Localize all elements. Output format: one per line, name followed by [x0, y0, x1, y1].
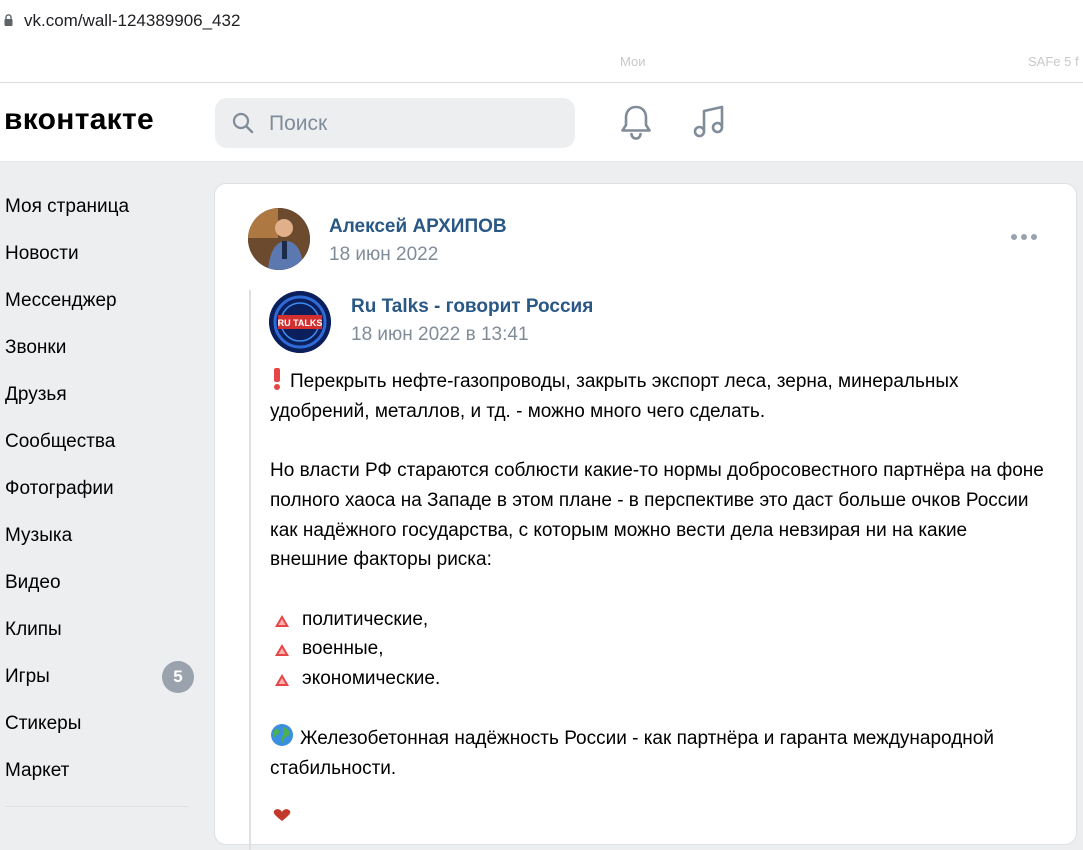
- sidebar-item-calls[interactable]: Звонки: [0, 324, 200, 371]
- sidebar-item-label: Музыка: [5, 525, 73, 546]
- ru-talks-logo-text: RU TALKS: [278, 318, 323, 328]
- post-paragraph: Но власти РФ стараются соблюсти какие-то…: [270, 460, 1044, 571]
- more-options-icon[interactable]: [1010, 232, 1038, 242]
- ru-talks-logo: RU TALKS: [269, 291, 331, 353]
- url-text[interactable]: vk.com/wall-124389906_432: [24, 11, 240, 31]
- sidebar-item-label: Игры: [5, 666, 50, 687]
- sidebar-item-label: Стикеры: [5, 713, 82, 734]
- sidebar-item-label: Моя страница: [5, 196, 130, 217]
- bell-icon[interactable]: [619, 103, 653, 141]
- sidebar-item-communities[interactable]: Сообщества: [0, 418, 200, 465]
- list-item: экономические.: [270, 664, 1050, 694]
- search-box[interactable]: [215, 98, 575, 148]
- site-header: вконтакте: [0, 83, 1083, 162]
- repost-source-name[interactable]: Ru Talks - говорит Россия: [351, 296, 593, 318]
- paragraph-text: Железобетонная надёжность России - как п…: [270, 728, 994, 780]
- repost-indicator-bar: [249, 290, 251, 850]
- vk-logo[interactable]: вконтакте: [4, 103, 154, 137]
- bookmark-item[interactable]: Мои: [620, 54, 645, 69]
- search-input[interactable]: [267, 108, 561, 140]
- sidebar-item-friends[interactable]: Друзья: [0, 371, 200, 418]
- post-paragraph: Перекрыть нефте-газопроводы, закрыть экс…: [270, 367, 1050, 426]
- sidebar-item-label: Новости: [5, 243, 79, 264]
- post-date[interactable]: 18 июн 2022: [329, 244, 438, 266]
- exclamation-icon: [274, 368, 280, 390]
- sidebar-item-label: Сообщества: [5, 431, 116, 452]
- sidebar-item-label: Маркет: [5, 760, 70, 781]
- sidebar-item-label: Фотографии: [5, 478, 114, 499]
- author-photo: [248, 208, 310, 270]
- bookmarks-bar: Мои SAFe 5 f: [0, 42, 1083, 83]
- left-sidebar: Моя страница Новости Мессенджер Звонки Д…: [0, 183, 200, 794]
- sidebar-divider: [5, 806, 188, 807]
- list-item-text: военные,: [302, 638, 384, 660]
- risk-factor-list: политические, военные, экономические.: [270, 605, 1050, 694]
- sidebar-item-video[interactable]: Видео: [0, 559, 200, 606]
- games-count-badge: 5: [162, 661, 194, 693]
- sidebar-item-label: Мессенджер: [5, 290, 117, 311]
- sidebar-item-music[interactable]: Музыка: [0, 512, 200, 559]
- list-item-text: политические,: [302, 608, 429, 630]
- sidebar-item-photos[interactable]: Фотографии: [0, 465, 200, 512]
- sidebar-item-label: Звонки: [5, 337, 67, 358]
- red-triangle-icon: [275, 674, 289, 686]
- heart-icon: [273, 809, 291, 821]
- sidebar-item-games[interactable]: Игры 5: [0, 653, 200, 700]
- list-item: военные,: [270, 634, 1050, 664]
- red-triangle-icon: [275, 614, 289, 627]
- sidebar-item-label: Видео: [5, 572, 61, 593]
- sidebar-item-label: Клипы: [5, 619, 62, 640]
- post-text: Перекрыть нефте-газопроводы, закрыть экс…: [270, 367, 1050, 813]
- wall-post: Алексей АРХИПОВ 18 июн 2022 RU TALKS Ru …: [214, 183, 1077, 850]
- author-avatar[interactable]: [248, 208, 310, 270]
- sidebar-item-clips[interactable]: Клипы: [0, 606, 200, 653]
- post-paragraph: Железобетонная надёжность России - как п…: [270, 723, 1050, 783]
- search-icon: [232, 112, 254, 134]
- red-triangle-icon: [275, 644, 289, 657]
- repost-source-avatar[interactable]: RU TALKS: [269, 291, 331, 353]
- paragraph-text: Перекрыть нефте-газопроводы, закрыть экс…: [270, 371, 959, 422]
- sidebar-item-market[interactable]: Маркет: [0, 747, 200, 794]
- list-item: политические,: [270, 605, 1050, 635]
- globe-icon: [271, 724, 293, 747]
- repost-date[interactable]: 18 июн 2022 в 13:41: [351, 324, 529, 346]
- sidebar-item-my-page[interactable]: Моя страница: [0, 183, 200, 230]
- sidebar-item-messenger[interactable]: Мессенджер: [0, 277, 200, 324]
- browser-address-bar[interactable]: vk.com/wall-124389906_432: [0, 0, 1083, 43]
- sidebar-item-news[interactable]: Новости: [0, 230, 200, 277]
- sidebar-item-stickers[interactable]: Стикеры: [0, 700, 200, 747]
- music-note-icon[interactable]: [692, 103, 728, 141]
- sidebar-item-label: Друзья: [5, 384, 67, 405]
- post-author-name[interactable]: Алексей АРХИПОВ: [329, 216, 507, 238]
- bookmark-item[interactable]: SAFe 5 f: [1028, 54, 1079, 69]
- lock-icon: [4, 14, 13, 26]
- list-item-text: экономические.: [302, 668, 441, 689]
